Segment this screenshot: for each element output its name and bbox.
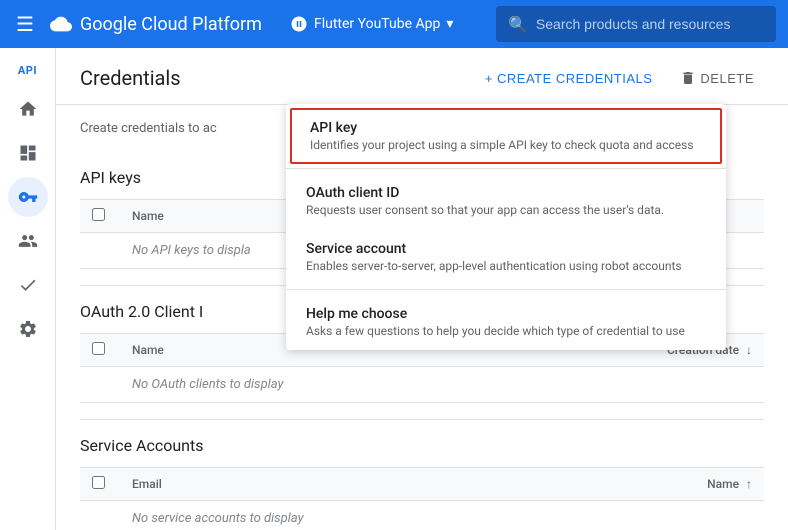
service-accounts-table: Email Name ↑ No service accounts to disp… (80, 467, 764, 530)
hamburger-icon[interactable]: ☰ (12, 8, 38, 40)
search-icon: 🔍 (508, 15, 528, 34)
dropdown-divider-2 (286, 289, 726, 290)
page-title: Credentials (80, 66, 181, 102)
sa-sort-arrow-icon: ↑ (746, 477, 752, 491)
service-account-title: Service account (306, 241, 706, 257)
sa-no-data-row: No service accounts to display (80, 501, 764, 530)
app-logo: Google Cloud Platform (50, 13, 262, 35)
dropdown-menu: API key Identifies your project using a … (286, 104, 726, 350)
sa-select-all-checkbox[interactable] (92, 476, 105, 489)
sidebar-icon-dashboard[interactable] (8, 133, 48, 173)
main-layout: API Credentials + CREATE CREDENTIALS (0, 48, 788, 530)
oauth-desc: Requests user consent so that your app c… (306, 203, 706, 217)
sa-name-header[interactable]: Name ↑ (403, 468, 764, 501)
oauth-no-data: No OAuth clients to display (120, 367, 764, 403)
api-keys-select-all-checkbox[interactable] (92, 208, 105, 221)
project-icon (290, 15, 308, 33)
sa-select-all-header (80, 468, 120, 501)
delete-icon (680, 70, 696, 86)
help-title: Help me choose (306, 306, 706, 322)
api-key-title: API key (310, 120, 702, 136)
project-name: Flutter YouTube App (314, 16, 440, 32)
dropdown-item-service-account[interactable]: Service account Enables server-to-server… (286, 229, 726, 285)
api-keys-empty-cell (80, 233, 120, 269)
help-desc: Asks a few questions to help you decide … (306, 324, 706, 338)
dropdown-chevron-icon: ▾ (446, 16, 453, 32)
sidebar-icon-verification[interactable] (8, 265, 48, 305)
service-accounts-title: Service Accounts (80, 436, 764, 455)
delete-button[interactable]: DELETE (670, 64, 764, 92)
oauth-no-data-row: No OAuth clients to display (80, 367, 764, 403)
page-header: Credentials + CREATE CREDENTIALS DELETE (56, 48, 788, 105)
oauth-select-all-header (80, 334, 120, 367)
service-accounts-section: Service Accounts Email Name ↑ (56, 420, 788, 530)
search-input[interactable] (536, 16, 764, 32)
project-selector[interactable]: Flutter YouTube App ▾ (282, 11, 461, 37)
search-bar[interactable]: 🔍 (496, 6, 776, 42)
dropdown-container: API key Identifies your project using a … (286, 104, 726, 350)
sidebar-icon-credentials[interactable] (8, 177, 48, 217)
cloud-icon (50, 13, 72, 35)
top-nav: ☰ Google Cloud Platform Flutter YouTube … (0, 0, 788, 48)
sidebar-icon-home[interactable] (8, 89, 48, 129)
sa-email-header: Email (120, 468, 403, 501)
sidebar-api-label: API (18, 56, 37, 85)
dropdown-item-api-key[interactable]: API key Identifies your project using a … (290, 108, 722, 164)
oauth-select-all-checkbox[interactable] (92, 342, 105, 355)
main-content: Credentials + CREATE CREDENTIALS DELETE … (56, 48, 788, 530)
logo-text: Google Cloud Platform (80, 14, 262, 35)
api-keys-select-all-header (80, 200, 120, 233)
oauth-empty-cell (80, 367, 120, 403)
sa-no-data: No service accounts to display (120, 501, 764, 530)
dropdown-divider-1 (286, 168, 726, 169)
sa-empty-cell (80, 501, 120, 530)
oauth-title: OAuth client ID (306, 185, 706, 201)
dropdown-item-oauth[interactable]: OAuth client ID Requests user consent so… (286, 173, 726, 229)
sidebar-icon-settings[interactable] (8, 309, 48, 349)
sidebar-icon-permissions[interactable] (8, 221, 48, 261)
api-key-desc: Identifies your project using a simple A… (310, 138, 702, 152)
service-accounts-header-row: Email Name ↑ (80, 468, 764, 501)
dropdown-item-help[interactable]: Help me choose Asks a few questions to h… (286, 294, 726, 350)
create-credentials-button[interactable]: + CREATE CREDENTIALS (475, 65, 663, 92)
sidebar: API (0, 48, 56, 530)
toolbar: + CREATE CREDENTIALS DELETE (475, 64, 764, 104)
sort-arrow-icon: ↓ (746, 343, 752, 357)
service-account-desc: Enables server-to-server, app-level auth… (306, 259, 706, 273)
